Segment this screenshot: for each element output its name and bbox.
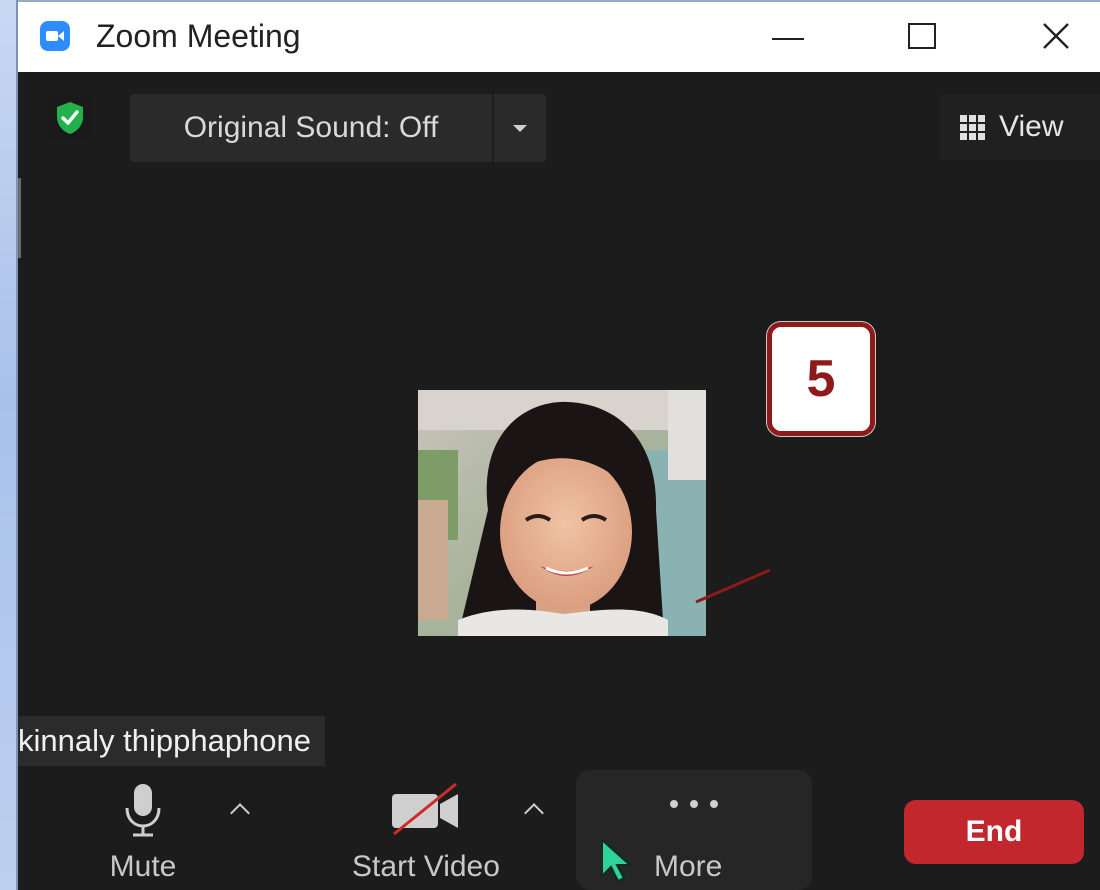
microphone-icon <box>125 784 161 837</box>
callout-connector <box>695 568 771 604</box>
video-area: 5 <box>18 178 1100 768</box>
mute-label: Mute <box>109 850 177 883</box>
maximize-icon <box>908 23 936 49</box>
close-button[interactable] <box>1028 14 1084 58</box>
video-off-icon <box>392 782 458 836</box>
chevron-down-icon <box>513 124 527 132</box>
chevron-up-icon <box>230 803 250 823</box>
step-callout: 5 <box>767 322 875 436</box>
meeting-top-toolbar: Original Sound: Off View <box>18 72 1100 178</box>
zoom-meeting-window: Zoom Meeting Original Sound: Off View 5 … <box>18 0 1100 890</box>
more-label: More <box>654 850 723 883</box>
end-meeting-button[interactable]: End <box>904 800 1084 864</box>
mouse-cursor-icon <box>601 838 633 882</box>
scroll-edge <box>18 178 21 258</box>
minimize-button[interactable] <box>760 14 816 58</box>
original-sound-button[interactable]: Original Sound: Off <box>130 94 492 162</box>
zoom-app-icon <box>40 21 70 51</box>
mute-button[interactable]: Mute <box>88 768 198 890</box>
minimize-icon <box>772 38 804 40</box>
close-icon <box>1043 23 1069 49</box>
start-video-button[interactable]: Start Video <box>326 768 526 890</box>
more-dots-icon <box>670 800 718 808</box>
original-sound-dropdown[interactable] <box>494 94 546 162</box>
video-options-button[interactable] <box>516 794 552 824</box>
security-shield-button[interactable] <box>48 96 92 140</box>
view-button[interactable]: View <box>940 94 1100 160</box>
start-video-label: Start Video <box>352 850 500 883</box>
window-title: Zoom Meeting <box>96 18 301 54</box>
chevron-up-icon <box>524 803 544 823</box>
maximize-button[interactable] <box>894 14 950 58</box>
title-bar: Zoom Meeting <box>18 0 1100 72</box>
shield-check-icon <box>57 102 83 134</box>
participant-name-label: kinnaly thipphaphone <box>18 716 326 766</box>
meeting-bottom-toolbar: Mute Start Video More End <box>18 768 1100 890</box>
view-label: View <box>999 110 1064 143</box>
participant-photo <box>418 390 706 636</box>
audio-options-button[interactable] <box>222 794 258 824</box>
grid-view-icon <box>960 114 985 140</box>
